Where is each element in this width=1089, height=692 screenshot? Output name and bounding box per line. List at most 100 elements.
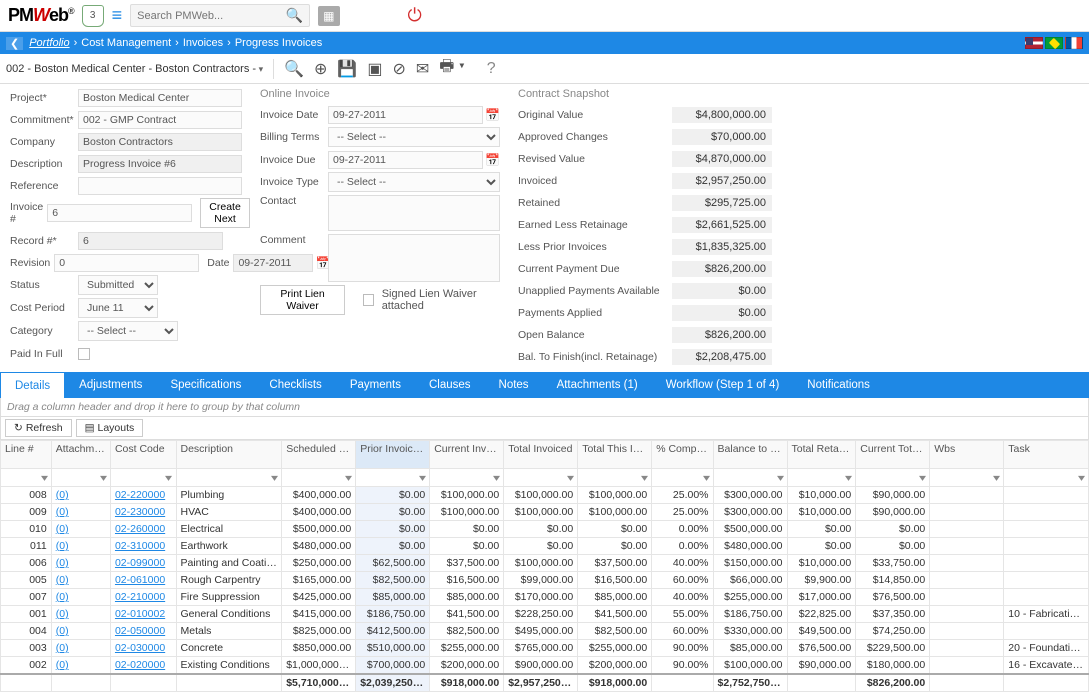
contact-field[interactable] <box>328 195 500 231</box>
toolbar-save-icon[interactable]: 💾 <box>337 59 357 79</box>
flag-fr-icon[interactable] <box>1065 37 1083 49</box>
tab-notifications[interactable]: Notifications <box>793 372 884 398</box>
attachments-link[interactable]: (0) <box>51 657 110 675</box>
reference-field[interactable] <box>78 177 242 195</box>
attachments-link[interactable]: (0) <box>51 555 110 572</box>
menu-icon[interactable]: ≡ <box>112 5 123 26</box>
invoice-no-field[interactable] <box>47 204 192 222</box>
toolbar-search-icon[interactable]: 🔍 <box>284 59 304 79</box>
attachments-link[interactable]: (0) <box>51 623 110 640</box>
attachments-link[interactable]: (0) <box>51 504 110 521</box>
flag-br-icon[interactable] <box>1045 37 1063 49</box>
column-header[interactable]: Line # <box>1 441 52 469</box>
power-icon[interactable]: ⏻ <box>408 5 422 26</box>
column-header[interactable]: % Complete <box>652 441 713 469</box>
signed-lien-checkbox[interactable] <box>363 294 373 306</box>
tab-workflow-step-1-of-4-[interactable]: Workflow (Step 1 of 4) <box>652 372 794 398</box>
column-header[interactable]: Prior Invoices ▲ <box>356 441 430 469</box>
tab-specifications[interactable]: Specifications <box>156 372 255 398</box>
toolbar-help-icon[interactable]: ? <box>487 60 496 78</box>
filter-icon[interactable] <box>420 473 425 484</box>
toolbar-saveexit-icon[interactable]: ▣ <box>367 59 382 79</box>
invoice-due-field[interactable] <box>328 151 483 169</box>
breadcrumb-item-progress-invoices[interactable]: Progress Invoices <box>235 37 322 49</box>
tab-attachments-1-[interactable]: Attachments (1) <box>543 372 652 398</box>
filter-icon[interactable] <box>42 473 47 484</box>
attachments-link[interactable]: (0) <box>51 521 110 538</box>
filter-icon[interactable] <box>846 473 851 484</box>
shield-badge[interactable]: 3 <box>82 5 104 27</box>
refresh-button[interactable]: ↻ Refresh <box>5 419 72 437</box>
filter-icon[interactable] <box>346 473 351 484</box>
breadcrumb-item-portfolio[interactable]: Portfolio <box>29 37 69 49</box>
attachments-link[interactable]: (0) <box>51 589 110 606</box>
column-header[interactable]: Wbs <box>930 441 1004 469</box>
tab-clauses[interactable]: Clauses <box>415 372 485 398</box>
column-header[interactable]: Total Invoiced <box>504 441 578 469</box>
attachments-link[interactable]: (0) <box>51 606 110 623</box>
breadcrumb-back-icon[interactable]: ❮ <box>6 37 23 50</box>
costcode-link[interactable]: 02-099000 <box>110 555 176 572</box>
tab-adjustments[interactable]: Adjustments <box>65 372 156 398</box>
costcode-link[interactable]: 02-061000 <box>110 572 176 589</box>
column-header[interactable]: Cost Code <box>110 441 176 469</box>
table-row[interactable]: 008(0)02-220000Plumbing$400,000.00$0.00$… <box>1 487 1089 504</box>
create-next-button[interactable]: Create Next <box>200 198 250 228</box>
record-selector[interactable]: 002 - Boston Medical Center - Boston Con… <box>6 63 263 75</box>
comment-field[interactable] <box>328 234 500 282</box>
filter-icon[interactable] <box>1079 473 1084 484</box>
costcode-link[interactable]: 02-310000 <box>110 538 176 555</box>
costcode-link[interactable]: 02-020000 <box>110 657 176 675</box>
column-header[interactable]: Current Invoice <box>430 441 504 469</box>
layouts-button[interactable]: ▤ Layouts <box>76 419 144 437</box>
invoice-date-field[interactable] <box>328 106 483 124</box>
filter-icon[interactable] <box>494 473 499 484</box>
search-icon[interactable]: 🔍 <box>286 7 303 24</box>
filter-icon[interactable] <box>166 473 171 484</box>
filter-icon[interactable] <box>272 473 277 484</box>
breadcrumb-item-cost-mgmt[interactable]: Cost Management <box>81 37 171 49</box>
revision-field[interactable] <box>54 254 199 272</box>
toolbar-print-icon[interactable]: 🖶 ▾ <box>439 55 464 82</box>
table-row[interactable]: 004(0)02-050000Metals$825,000.00$412,500… <box>1 623 1089 640</box>
status-select[interactable]: Submitted <box>78 275 158 295</box>
commitment-field[interactable] <box>78 111 242 129</box>
table-row[interactable]: 001(0)02-010002General Conditions$415,00… <box>1 606 1089 623</box>
filter-icon[interactable] <box>568 473 573 484</box>
column-header[interactable]: Scheduled Value <box>282 441 356 469</box>
toolbar-cancel-icon[interactable]: ⊘ <box>392 59 405 79</box>
attachments-link[interactable]: (0) <box>51 640 110 657</box>
tab-details[interactable]: Details <box>0 372 65 398</box>
table-row[interactable]: 003(0)02-030000Concrete$850,000.00$510,0… <box>1 640 1089 657</box>
column-header[interactable]: Task <box>1004 441 1089 469</box>
search-input[interactable] <box>137 10 286 22</box>
calendar-icon[interactable]: 📅 <box>485 153 500 167</box>
tab-checklists[interactable]: Checklists <box>255 372 335 398</box>
apps-icon[interactable]: ▦ <box>318 6 339 26</box>
costcode-link[interactable]: 02-030000 <box>110 640 176 657</box>
table-row[interactable]: 010(0)02-260000Electrical$500,000.00$0.0… <box>1 521 1089 538</box>
costcode-link[interactable]: 02-220000 <box>110 487 176 504</box>
billing-terms-select[interactable]: -- Select -- <box>328 127 500 147</box>
toolbar-email-icon[interactable]: ✉ <box>416 59 429 79</box>
column-header[interactable]: Attachments <box>51 441 110 469</box>
filter-icon[interactable] <box>101 473 106 484</box>
attachments-link[interactable]: (0) <box>51 572 110 589</box>
costcode-link[interactable]: 02-210000 <box>110 589 176 606</box>
column-header[interactable]: Current Total Due <box>856 441 930 469</box>
print-lien-waiver-button[interactable]: Print Lien Waiver <box>260 285 345 315</box>
table-row[interactable]: 007(0)02-210000Fire Suppression$425,000.… <box>1 589 1089 606</box>
table-row[interactable]: 005(0)02-061000Rough Carpentry$165,000.0… <box>1 572 1089 589</box>
category-select[interactable]: -- Select -- <box>78 321 178 341</box>
table-row[interactable]: 009(0)02-230000HVAC$400,000.00$0.00$100,… <box>1 504 1089 521</box>
tab-notes[interactable]: Notes <box>485 372 543 398</box>
table-row[interactable]: 011(0)02-310000Earthwork$480,000.00$0.00… <box>1 538 1089 555</box>
filter-icon[interactable] <box>994 473 999 484</box>
filter-icon[interactable] <box>642 473 647 484</box>
attachments-link[interactable]: (0) <box>51 538 110 555</box>
filter-icon[interactable] <box>920 473 925 484</box>
costcode-link[interactable]: 02-260000 <box>110 521 176 538</box>
table-row[interactable]: 002(0)02-020000Existing Conditions$1,000… <box>1 657 1089 675</box>
costcode-link[interactable]: 02-230000 <box>110 504 176 521</box>
costcode-link[interactable]: 02-050000 <box>110 623 176 640</box>
